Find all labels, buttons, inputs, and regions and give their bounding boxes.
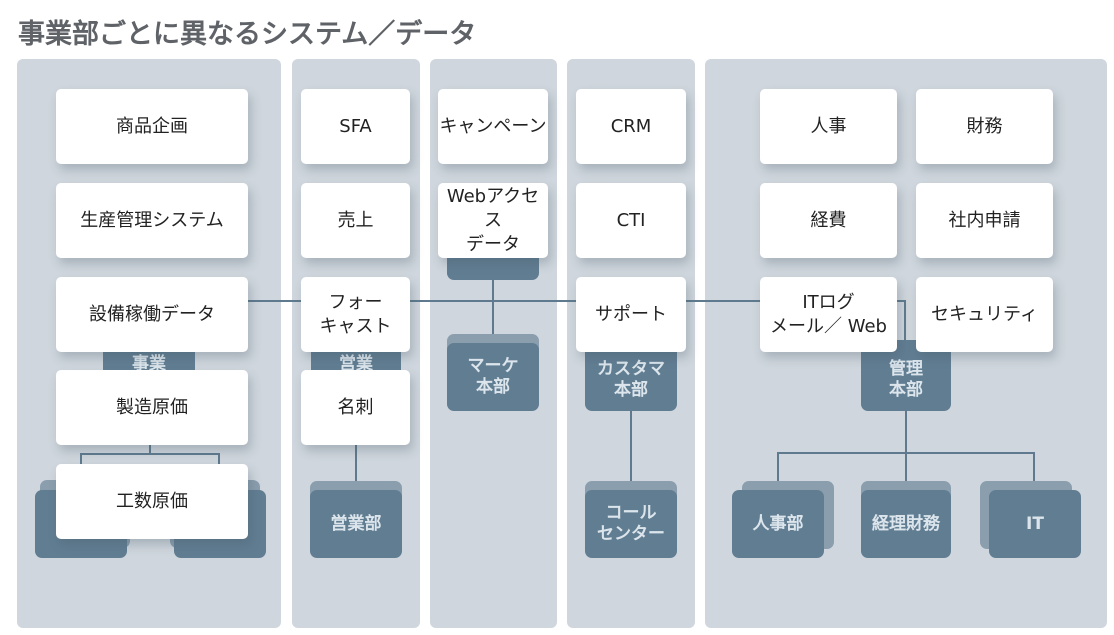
system-card: 人事 bbox=[760, 89, 897, 164]
dept-sales: 営業部 bbox=[310, 490, 402, 558]
system-card: 名刺 bbox=[301, 370, 410, 445]
dept-hr: 人事部 bbox=[732, 490, 824, 558]
system-card: CTI bbox=[576, 183, 686, 258]
system-card: 設備稼働データ bbox=[56, 277, 248, 352]
connector-admin-v bbox=[905, 405, 907, 490]
connector-business-h bbox=[80, 453, 220, 455]
system-card: 経費 bbox=[760, 183, 897, 258]
dept-it: IT bbox=[989, 490, 1081, 558]
system-card: サポート bbox=[576, 277, 686, 352]
system-card: セキュリティ bbox=[916, 277, 1053, 352]
system-card: 生産管理システム bbox=[56, 183, 248, 258]
system-card: 社内申請 bbox=[916, 183, 1053, 258]
system-card: フォー キャスト bbox=[301, 277, 410, 352]
system-card: 工数原価 bbox=[56, 464, 248, 539]
system-card: 製造原価 bbox=[56, 370, 248, 445]
dept-callcenter: コール センター bbox=[585, 490, 677, 558]
system-card: ITログ メール／ Web bbox=[760, 277, 897, 352]
dept-accounting: 経理財務 bbox=[861, 490, 951, 558]
system-card: Webアクセス データ bbox=[438, 183, 548, 258]
dept-marketing: マーケ 本部 bbox=[447, 343, 539, 411]
system-card: 商品企画 bbox=[56, 89, 248, 164]
system-card: キャンペーン bbox=[438, 89, 548, 164]
system-card: 財務 bbox=[916, 89, 1053, 164]
connector-admin-h bbox=[777, 452, 1035, 454]
system-card: CRM bbox=[576, 89, 686, 164]
system-card: SFA bbox=[301, 89, 410, 164]
system-card: 売上 bbox=[301, 183, 410, 258]
page-title: 事業部ごとに異なるシステム／データ bbox=[18, 19, 477, 50]
